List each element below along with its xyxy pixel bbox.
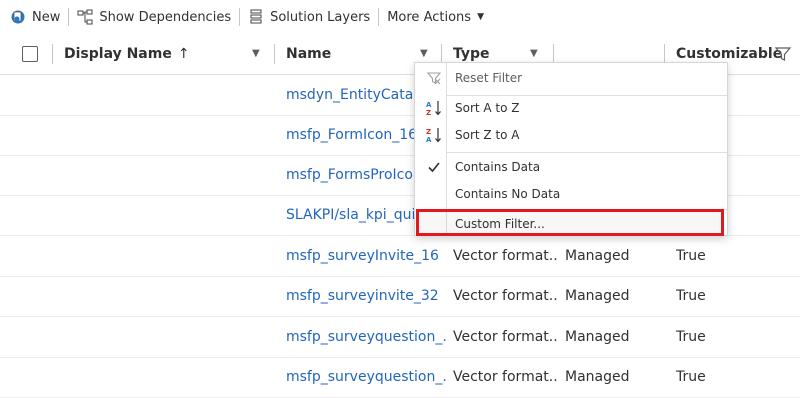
row-type: Vector format... xyxy=(453,369,558,385)
svg-text:A: A xyxy=(426,136,432,144)
column-header-name[interactable]: Name xyxy=(286,34,331,74)
custom-filter-highlight-box xyxy=(416,209,724,236)
table-row[interactable]: msfp_surveyquestion_... Vector format...… xyxy=(0,317,800,358)
toolbar-divider xyxy=(68,8,70,26)
more-actions-label: More Actions xyxy=(387,9,472,25)
row-managed: Managed xyxy=(565,329,630,345)
contains-no-data-label: Contains No Data xyxy=(455,187,561,201)
table-row[interactable]: msfp_surveyinvite_32 Vector format... Ma… xyxy=(0,276,800,317)
menu-item-sort-z-to-a[interactable]: ZA Sort Z to A xyxy=(415,122,727,148)
column-divider xyxy=(553,44,554,64)
column-divider xyxy=(441,44,442,64)
row-type: Vector format... xyxy=(453,288,558,304)
row-customizable: True xyxy=(676,369,706,385)
show-dependencies-button[interactable]: Show Dependencies xyxy=(71,0,237,34)
row-managed: Managed xyxy=(565,369,630,385)
row-name-link[interactable]: msfp_surveyInvite_16 xyxy=(286,236,446,276)
row-name-link[interactable]: msfp_FormIcon_16_1 xyxy=(286,115,416,155)
column-divider xyxy=(274,44,275,64)
menu-item-contains-no-data[interactable]: Contains No Data xyxy=(415,181,727,207)
svg-text:Z: Z xyxy=(426,109,431,117)
column-divider xyxy=(52,44,53,64)
solution-layers-button[interactable]: Solution Layers xyxy=(242,0,376,34)
display-name-dropdown-icon[interactable]: ▼ xyxy=(252,48,260,59)
solution-layers-label: Solution Layers xyxy=(270,9,371,25)
row-name-link[interactable]: msfp_surveyquestion_... xyxy=(286,317,446,357)
menu-item-sort-a-to-z[interactable]: AZ Sort A to Z xyxy=(415,95,727,121)
display-name-header-label: Display Name xyxy=(64,46,172,62)
table-row[interactable]: msfp_surveyquestion_... Vector format...… xyxy=(0,357,800,398)
svg-text:A: A xyxy=(426,101,432,109)
menu-item-reset-filter[interactable]: Reset Filter xyxy=(415,65,727,91)
type-header-label: Type xyxy=(453,46,490,62)
checkbox-box xyxy=(22,46,38,62)
sort-descending-icon: ZA xyxy=(425,126,443,144)
row-customizable: True xyxy=(676,329,706,345)
sort-a-to-z-label: Sort A to Z xyxy=(455,101,520,115)
reset-filter-icon xyxy=(425,69,443,87)
layers-icon xyxy=(248,9,264,25)
table-row[interactable]: msfp_surveyInvite_16 Vector format... Ma… xyxy=(0,236,800,277)
dependencies-icon xyxy=(77,9,93,25)
row-customizable: True xyxy=(676,248,706,264)
toolbar-divider xyxy=(378,8,380,26)
row-name-link[interactable]: SLAKPI/sla_kpi_quick xyxy=(286,195,416,235)
row-type: Vector format... xyxy=(453,248,558,264)
customizable-header-label: Customizable xyxy=(676,46,783,62)
row-name-link[interactable]: msdyn_EntityCatalog xyxy=(286,75,416,115)
sort-z-to-a-label: Sort Z to A xyxy=(455,128,520,142)
filter-icon[interactable] xyxy=(774,34,792,74)
row-type: Vector format... xyxy=(453,329,558,345)
reset-filter-label: Reset Filter xyxy=(455,71,523,85)
new-label: New xyxy=(32,9,61,25)
new-icon xyxy=(10,9,26,25)
command-bar: New Show Dependencies Solution Layers Mo… xyxy=(0,0,800,34)
column-divider xyxy=(664,44,665,64)
menu-divider xyxy=(447,152,727,153)
new-button[interactable]: New xyxy=(0,0,66,34)
more-actions-button[interactable]: More Actions ▼ xyxy=(381,0,490,34)
contains-data-label: Contains Data xyxy=(455,160,541,174)
row-name-link[interactable]: msfp_surveyquestion_... xyxy=(286,357,446,397)
show-dependencies-label: Show Dependencies xyxy=(99,9,232,25)
sort-ascending-icon: ↑ xyxy=(177,46,190,62)
toolbar-divider xyxy=(239,8,241,26)
name-dropdown-icon[interactable]: ▼ xyxy=(420,48,428,59)
row-name-link[interactable]: msfp_FormsProIcon_ xyxy=(286,155,416,195)
checkmark-icon xyxy=(425,158,443,176)
column-header-display-name[interactable]: Display Name ↑ xyxy=(64,34,190,74)
menu-item-contains-data[interactable]: Contains Data xyxy=(415,154,727,180)
row-managed: Managed xyxy=(565,248,630,264)
svg-text:Z: Z xyxy=(426,128,431,136)
chevron-down-icon: ▼ xyxy=(477,12,484,22)
row-customizable: True xyxy=(676,288,706,304)
type-dropdown-icon[interactable]: ▼ xyxy=(530,48,538,59)
row-managed: Managed xyxy=(565,288,630,304)
name-header-label: Name xyxy=(286,46,332,62)
sort-ascending-icon: AZ xyxy=(425,99,443,117)
select-all-checkbox[interactable] xyxy=(22,34,38,74)
row-name-link[interactable]: msfp_surveyinvite_32 xyxy=(286,276,446,316)
